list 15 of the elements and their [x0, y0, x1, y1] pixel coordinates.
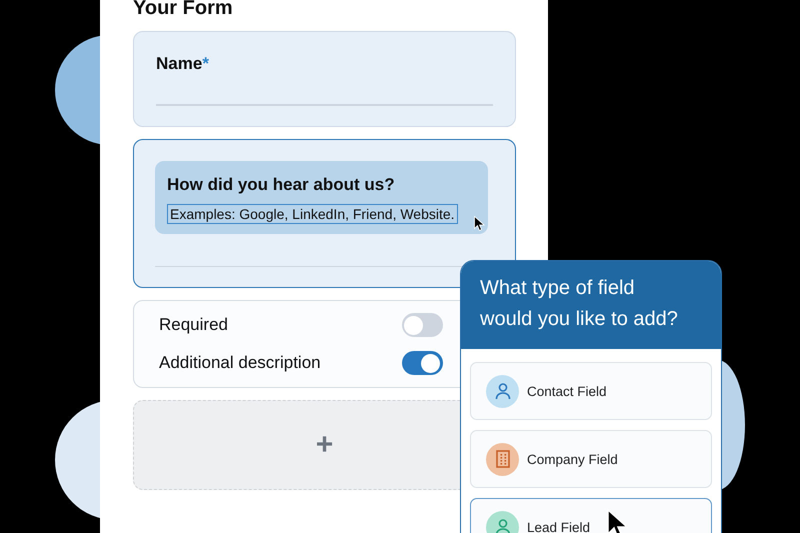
toggle-switch[interactable]: [402, 351, 443, 375]
description-field[interactable]: Examples: Google, LinkedIn, Friend, Website.: [167, 204, 458, 224]
person-icon: [486, 374, 519, 408]
field-label: Name*: [156, 54, 210, 74]
field-type-option[interactable]: Company Field: [470, 430, 712, 488]
question-label: How did you hear about us?: [167, 174, 396, 194]
field-card[interactable]: Name*: [133, 31, 516, 126]
field-type-option[interactable]: Lead Field: [470, 498, 712, 533]
field-type-option[interactable]: Contact Field: [470, 362, 712, 420]
setting-label: Required: [159, 315, 228, 335]
cursor-icon: [474, 216, 485, 231]
setting-label: Additional description: [159, 353, 321, 373]
building-icon: [486, 442, 519, 476]
toggle-switch[interactable]: [402, 313, 443, 337]
form-title: Your Form: [133, 0, 234, 19]
